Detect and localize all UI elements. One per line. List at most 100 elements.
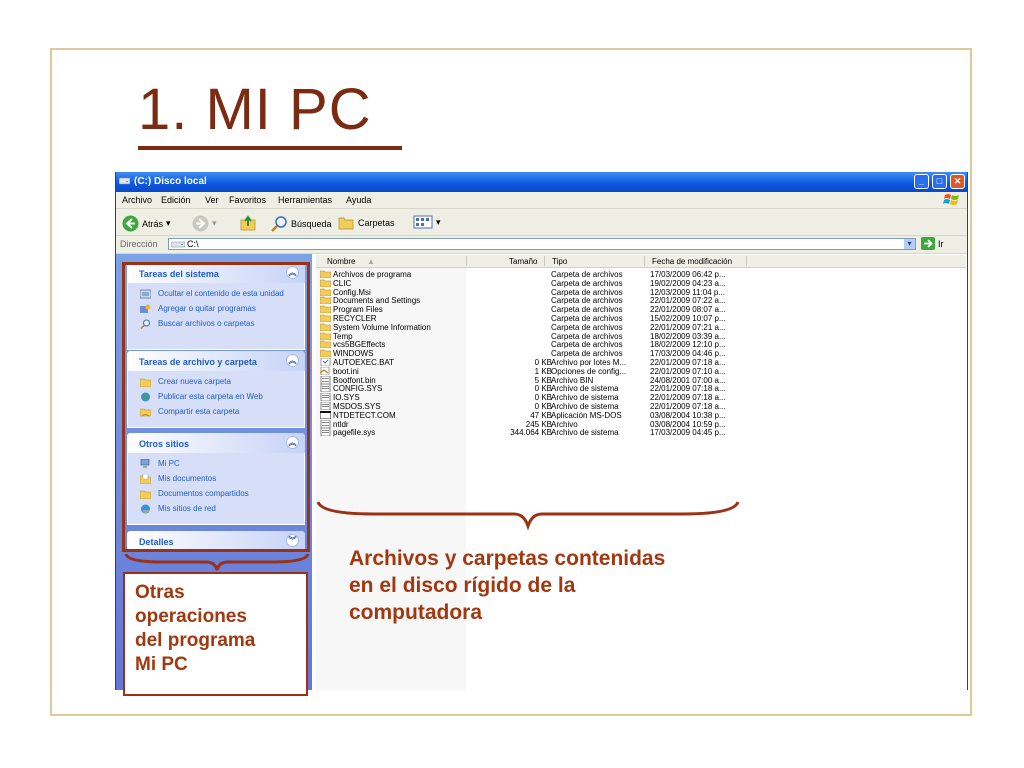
table-row[interactable]: Bootfont.bin 5 KB Archivo BIN 24/08/2001 07… bbox=[316, 375, 966, 385]
title-bar[interactable]: (C:) Disco local _ □ ✕ bbox=[116, 172, 967, 192]
column-name[interactable]: Nombre bbox=[327, 257, 355, 266]
table-row[interactable]: IO.SYS 0 KB Archivo de sistema 22/01/2009 0… bbox=[316, 393, 966, 402]
toolbar: Atrás ▾ ▾ Búsqueda Carpetas ▾ bbox=[116, 209, 967, 236]
folders-icon bbox=[338, 217, 354, 230]
table-row[interactable]: System Volume Information Carpeta de arch… bbox=[316, 323, 966, 332]
address-dropdown-icon[interactable]: ▾ bbox=[904, 239, 915, 249]
file-type: Opciones de config... bbox=[551, 366, 627, 376]
go-arrow-icon bbox=[921, 237, 935, 250]
address-input[interactable]: C:\ ▾ bbox=[168, 238, 916, 250]
file-size: 0 KB bbox=[534, 384, 552, 394]
side-note-line: del programa bbox=[135, 630, 256, 651]
file-list-header: Nombre ▲ Tamaño Tipo Fecha de modificaci… bbox=[316, 255, 966, 268]
search-label: Búsqueda bbox=[291, 218, 332, 229]
system-file-icon bbox=[320, 428, 331, 437]
file-date: 22/01/2009 07:18 a... bbox=[650, 358, 726, 367]
menu-ayuda[interactable]: Ayuda bbox=[346, 195, 371, 205]
menu-edicion[interactable]: Edición bbox=[161, 195, 191, 205]
forward-dropdown-icon[interactable]: ▾ bbox=[212, 218, 217, 229]
back-dropdown-icon[interactable]: ▾ bbox=[166, 218, 171, 229]
table-row[interactable]: AUTOEXEC.BAT 0 KB Archivo por lotes M... 22… bbox=[316, 358, 966, 367]
file-date: 18/02/2009 12:10 p... bbox=[650, 340, 726, 350]
file-name: RECYCLER bbox=[333, 314, 377, 323]
column-type[interactable]: Tipo bbox=[552, 257, 567, 266]
maximize-button[interactable]: □ bbox=[932, 174, 947, 189]
back-label: Atrás bbox=[142, 218, 164, 229]
file-type: Aplicación MS-DOS bbox=[551, 410, 622, 420]
views-icon bbox=[413, 215, 433, 229]
views-dropdown-icon[interactable]: ▾ bbox=[436, 217, 441, 228]
sort-ascending-icon: ▲ bbox=[367, 257, 375, 266]
table-row[interactable]: Archivos de programa Carpeta de archivos 1… bbox=[316, 270, 966, 279]
file-list-note: Archivos y carpetas contenidas en el dis… bbox=[349, 545, 665, 626]
menu-ver[interactable]: Ver bbox=[205, 195, 219, 205]
menu-bar: Archivo Edición Ver Favoritos Herramient… bbox=[116, 192, 967, 209]
address-value: C:\ bbox=[187, 239, 199, 249]
file-name: vcs5BGEffects bbox=[333, 340, 386, 350]
close-button[interactable]: ✕ bbox=[950, 174, 965, 189]
file-name: IO.SYS bbox=[333, 393, 360, 403]
file-name: pagefile.sys bbox=[333, 428, 376, 438]
table-row[interactable]: Temp Carpeta de archivos 18/02/2009 03:39 … bbox=[316, 332, 966, 341]
file-type: Archivo de sistema bbox=[551, 384, 619, 394]
side-brace bbox=[124, 553, 310, 571]
file-type: Carpeta de archivos bbox=[551, 305, 623, 315]
back-arrow-icon bbox=[122, 215, 139, 232]
table-row[interactable]: vcs5BGEffects Carpeta de archivos 18/02/20… bbox=[316, 340, 966, 349]
table-row[interactable]: MSDOS.SYS 0 KB Archivo de sistema 22/01/200… bbox=[316, 402, 966, 411]
search-button[interactable]: Búsqueda bbox=[271, 215, 332, 232]
file-date: 12/03/2009 11:04 p... bbox=[650, 287, 726, 297]
table-row[interactable]: CONFIG.SYS 0 KB Archivo de sistema 22/01/20… bbox=[316, 384, 966, 393]
side-note-box: Otras operaciones del programa Mi PC bbox=[123, 572, 308, 696]
side-note-line: Otras bbox=[135, 582, 185, 603]
table-row[interactable]: Documents and Settings Carpeta de archivo… bbox=[316, 296, 966, 305]
go-button[interactable]: Ir bbox=[921, 237, 944, 250]
folder-icon bbox=[320, 314, 331, 322]
file-name: MSDOS.SYS bbox=[333, 402, 381, 411]
menu-archivo[interactable]: Archivo bbox=[122, 195, 152, 205]
file-name: Documents and Settings bbox=[333, 296, 421, 306]
file-type: Archivo BIN bbox=[551, 375, 594, 385]
title-underline bbox=[138, 146, 402, 150]
search-icon bbox=[271, 216, 287, 232]
file-size: 0 KB bbox=[534, 358, 552, 367]
side-note-line: operaciones bbox=[135, 606, 247, 627]
folders-button[interactable]: Carpetas bbox=[338, 215, 395, 230]
column-size[interactable]: Tamaño bbox=[509, 257, 537, 266]
minimize-button[interactable]: _ bbox=[914, 174, 929, 189]
file-date: 22/01/2009 08:07 a... bbox=[650, 305, 726, 315]
folder-icon bbox=[320, 305, 331, 314]
file-date: 15/02/2009 10:07 p... bbox=[650, 314, 726, 323]
file-type: Archivo de sistema bbox=[551, 402, 619, 411]
file-date: 22/01/2009 07:18 a... bbox=[650, 402, 726, 411]
table-row[interactable]: Program Files Carpeta de archivos 22/01/20… bbox=[316, 305, 966, 314]
table-row[interactable]: CLIC Carpeta de archivos 19/02/2009 04:23 … bbox=[316, 279, 966, 288]
up-folder-icon bbox=[240, 215, 256, 231]
menu-favoritos[interactable]: Favoritos bbox=[229, 195, 266, 205]
table-row[interactable]: NTDETECT.COM 47 KB Aplicación MS-DOS 03/08/… bbox=[316, 410, 966, 420]
views-button[interactable]: ▾ bbox=[413, 215, 441, 229]
go-label: Ir bbox=[938, 238, 944, 249]
up-folder-button[interactable] bbox=[240, 215, 257, 231]
file-name: System Volume Information bbox=[333, 322, 431, 332]
table-row[interactable]: WINDOWS Carpeta de archivos 17/03/2009 04:… bbox=[316, 349, 966, 358]
table-row[interactable]: pagefile.sys 344.064 KB Archivo de sistema… bbox=[316, 428, 966, 437]
table-row[interactable]: Config.Msi Carpeta de archivos 12/03/2009 … bbox=[316, 288, 966, 297]
file-date: 19/02/2009 04:23 a... bbox=[650, 278, 726, 288]
back-button[interactable]: Atrás ▾ bbox=[122, 215, 171, 232]
file-type: Archivo bbox=[551, 419, 578, 429]
system-file-icon bbox=[320, 393, 331, 402]
column-date[interactable]: Fecha de modificación bbox=[652, 257, 732, 266]
file-list-brace bbox=[316, 501, 740, 530]
menu-herramientas[interactable]: Herramientas bbox=[278, 195, 332, 205]
table-row[interactable]: boot.ini 1 KB Opciones de config... 22/01/2… bbox=[316, 366, 966, 376]
table-row[interactable]: RECYCLER Carpeta de archivos 15/02/2009 10… bbox=[316, 314, 966, 323]
system-file-icon bbox=[320, 384, 331, 393]
table-row[interactable]: ntldr 245 KB Archivo 03/08/2004 10:59 p... bbox=[316, 419, 966, 429]
forward-button[interactable]: ▾ bbox=[192, 215, 217, 232]
file-date: 22/01/2009 07:18 a... bbox=[650, 384, 726, 394]
folder-icon bbox=[320, 341, 331, 349]
file-size: 0 KB bbox=[534, 393, 552, 403]
slide-title: 1. MI PC bbox=[138, 77, 372, 142]
drive-icon bbox=[171, 241, 185, 248]
